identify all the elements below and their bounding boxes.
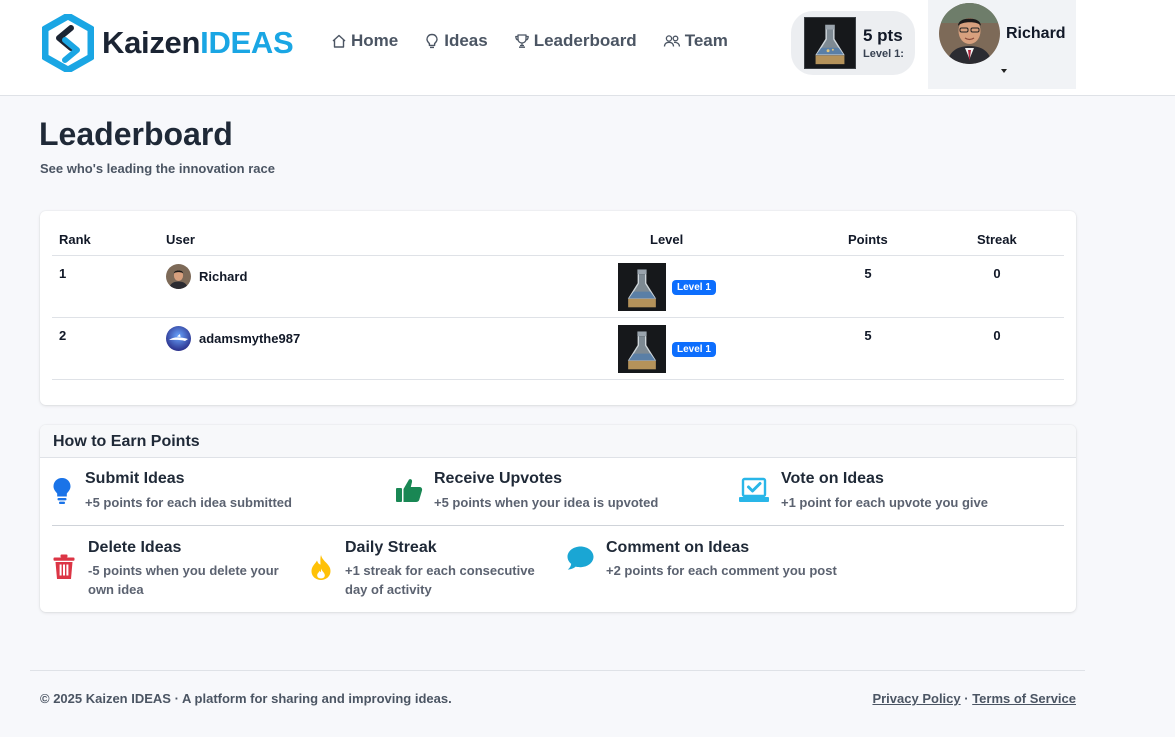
row-user[interactable]: Richard: [166, 264, 247, 289]
table-row: 1 Richard Level 1 5 0: [52, 256, 1064, 318]
earn-item-desc: -5 points when you delete your own idea: [88, 563, 279, 597]
nav-home[interactable]: Home: [331, 31, 398, 51]
brand-name: KaizenIDEAS: [102, 25, 294, 61]
earn-points-card: How to Earn Points Submit Ideas +5 point…: [40, 425, 1076, 612]
user-name: Richard: [1006, 25, 1066, 42]
home-icon: [332, 34, 346, 48]
user-avatar-icon: [166, 326, 191, 351]
column-level: Level: [650, 232, 684, 247]
row-rank: 1: [59, 266, 67, 281]
footer-copyright: © 2025 Kaizen IDEAS · A platform for sha…: [40, 691, 452, 706]
points-chip-text: 5 pts Level 1:: [863, 26, 904, 60]
level-pill: Level 1: [672, 341, 716, 357]
leaderboard-card: Rank User Level Points Streak 1 Richard: [40, 211, 1076, 405]
earn-item-desc: +5 points for each idea submitted: [85, 495, 292, 510]
nav-leaderboard-label: Leaderboard: [533, 31, 637, 50]
trash-icon: [53, 554, 75, 579]
row-points: 5: [864, 266, 872, 281]
row-username: Richard: [199, 269, 248, 284]
column-points: Points: [848, 232, 888, 247]
row-points: 5: [864, 328, 872, 343]
earn-item-desc: +1 streak for each consecutive day of ac…: [345, 563, 535, 597]
column-rank: Rank: [59, 232, 91, 247]
table-row: 2 adamsmythe987 Level 1 5 0: [52, 318, 1064, 380]
page-subtitle: See who's leading the innovation race: [40, 161, 275, 176]
main-nav: Home Ideas Leaderboard Team: [331, 31, 728, 51]
thumbs-up-icon: [396, 479, 423, 502]
brand-logo[interactable]: KaizenIDEAS: [42, 13, 294, 73]
terms-of-service-link[interactable]: Terms of Service: [972, 691, 1076, 706]
avatar: [939, 3, 1000, 64]
privacy-policy-link[interactable]: Privacy Policy: [872, 691, 960, 706]
column-streak: Streak: [977, 232, 1017, 247]
nav-ideas[interactable]: Ideas: [424, 31, 488, 51]
brand-name-part1: Kaizen: [102, 25, 201, 60]
row-level: Level 1: [618, 263, 716, 311]
lightbulb-icon: [426, 33, 438, 48]
earn-item-desc: +1 point for each upvote you give: [781, 495, 988, 510]
footer-divider: [30, 670, 1085, 671]
nav-ideas-label: Ideas: [444, 31, 488, 50]
nav-leaderboard[interactable]: Leaderboard: [514, 31, 637, 51]
earn-item-name: Vote on Ideas: [781, 470, 884, 487]
earn-points-title: How to Earn Points: [53, 433, 200, 450]
earn-item-name: Comment on Ideas: [606, 539, 750, 556]
level-badge-icon: [804, 17, 856, 69]
comment-icon: [567, 546, 594, 570]
points-value: 5 pts: [863, 26, 903, 45]
footer-links: Privacy Policy · Terms of Service: [872, 691, 1076, 706]
column-user: User: [166, 232, 195, 247]
earn-points-header: How to Earn Points: [40, 425, 1076, 458]
row-streak: 0: [993, 266, 1001, 281]
level-pill: Level 1: [672, 279, 716, 295]
row-level: Level 1: [618, 325, 716, 373]
nav-team[interactable]: Team: [663, 31, 728, 51]
lightbulb-icon: [53, 478, 71, 504]
row-rank: 2: [59, 328, 67, 343]
earn-item-desc: +5 points when your idea is upvoted: [434, 495, 659, 510]
row-username: adamsmythe987: [199, 331, 301, 346]
brand-name-part2: IDEAS: [200, 25, 294, 60]
nav-team-label: Team: [684, 31, 728, 50]
earn-divider: [52, 525, 1064, 526]
trophy-icon: [514, 34, 529, 48]
earn-item-name: Daily Streak: [345, 539, 437, 556]
ballot-check-icon: [739, 477, 769, 502]
level-badge-icon: [618, 325, 666, 373]
earn-item-desc: +2 points for each comment you post: [606, 563, 837, 578]
earn-item-name: Receive Upvotes: [434, 470, 563, 487]
kaizen-logo-icon: [42, 14, 94, 72]
user-points-chip[interactable]: 5 pts Level 1:: [791, 11, 915, 75]
page-title: Leaderboard: [39, 116, 233, 152]
footer-separator: ·: [960, 691, 973, 706]
row-user[interactable]: adamsmythe987: [166, 326, 300, 351]
table-header: Rank User Level Points Streak: [52, 211, 1064, 256]
chevron-down-icon[interactable]: [1001, 69, 1007, 73]
earn-item-name: Delete Ideas: [88, 539, 182, 556]
user-avatar-icon: [939, 3, 1000, 64]
user-avatar-icon: [166, 264, 191, 289]
nav-home-label: Home: [351, 31, 399, 50]
level-badge-icon: [618, 263, 666, 311]
points-level: Level 1:: [863, 48, 904, 60]
earn-item-name: Submit Ideas: [85, 470, 185, 487]
user-menu[interactable]: Richard: [928, 0, 1076, 89]
row-streak: 0: [993, 328, 1001, 343]
flame-icon: [311, 555, 331, 580]
team-icon: [663, 35, 680, 47]
top-navbar: KaizenIDEAS Home Ideas Leaderboard Team: [0, 0, 1175, 96]
